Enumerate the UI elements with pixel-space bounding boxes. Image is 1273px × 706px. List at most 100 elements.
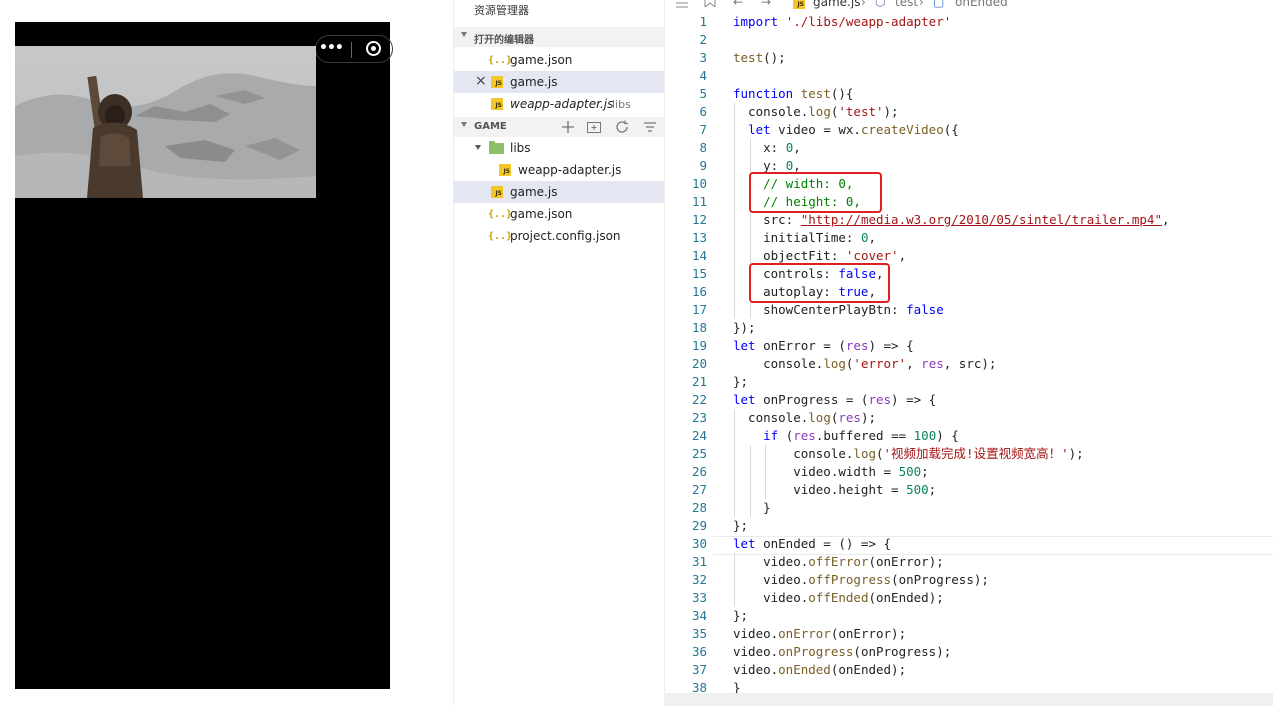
line-number: 30 — [691, 536, 707, 551]
code-line[interactable]: showCenterPlayBtn: false — [733, 301, 944, 319]
code-line[interactable]: }; — [733, 607, 748, 625]
close-icon[interactable]: × — [475, 73, 487, 89]
code-line[interactable]: let video = wx.createVideo({ — [733, 121, 959, 139]
code-line[interactable]: } — [733, 499, 771, 517]
video-frame-image — [15, 46, 316, 198]
explorer-panel: 资源管理器 打开的编辑器 {..} game.json × JS game.js… — [453, 0, 665, 706]
line-number: 22 — [691, 392, 707, 407]
method-icon: ⬡ — [875, 0, 886, 9]
tree-file-selected[interactable]: JS game.js — [454, 181, 665, 203]
js-file-icon: JS — [793, 0, 805, 9]
chevron-down-icon — [461, 122, 467, 127]
forward-arrow-icon[interactable]: → — [761, 0, 771, 9]
code-line[interactable]: video.offError(onError); — [733, 553, 944, 571]
line-number: 29 — [691, 518, 707, 533]
simulator-screen: ••• — [15, 22, 393, 689]
new-file-icon[interactable] — [560, 119, 576, 135]
capsule-menu[interactable]: ••• — [315, 35, 393, 63]
line-number: 10 — [691, 176, 707, 191]
line-number: 16 — [691, 284, 707, 299]
line-number: 17 — [691, 302, 707, 317]
line-number: 9 — [699, 158, 707, 173]
code-editor[interactable]: ← → JS game.js › ⬡ test › ▢ onEnded 1 imp… — [664, 0, 1273, 706]
line-number: 2 — [699, 32, 707, 47]
code-line[interactable]: console.log(res); — [733, 409, 876, 427]
line-number: 7 — [699, 122, 707, 137]
js-file-icon: JS — [491, 98, 503, 110]
code-line[interactable]: video.width = 500; — [733, 463, 928, 481]
horizontal-scrollbar[interactable] — [665, 693, 1273, 706]
code-line[interactable]: }; — [733, 373, 748, 391]
tree-file[interactable]: {..} game.json — [454, 203, 665, 225]
new-folder-icon[interactable] — [586, 119, 602, 135]
line-number: 23 — [691, 410, 707, 425]
code-line[interactable]: }; — [733, 517, 748, 535]
explorer-title: 资源管理器 — [474, 4, 529, 17]
code-line[interactable]: src: "http://media.w3.org/2010/05/sintel… — [733, 211, 1169, 229]
code-line[interactable]: let onError = (res) => { — [733, 337, 914, 355]
line-number: 25 — [691, 446, 707, 461]
tree-file[interactable]: {..} project.config.json — [454, 225, 665, 247]
line-number: 34 — [691, 608, 707, 623]
code-line[interactable]: video.onEnded(onEnded); — [733, 661, 906, 679]
code-line[interactable]: import './libs/weapp-adapter' — [733, 13, 951, 31]
code-line[interactable]: console.log('test'); — [733, 103, 899, 121]
line-number: 11 — [691, 194, 707, 209]
variable-icon: ▢ — [933, 0, 945, 9]
code-line[interactable]: console.log('视频加载完成!设置视频宽高！'); — [733, 445, 1083, 463]
line-number: 20 — [691, 356, 707, 371]
open-editor-item[interactable]: {..} game.json — [454, 49, 665, 71]
code-line[interactable]: let onProgress = (res) => { — [733, 391, 936, 409]
js-file-icon: JS — [499, 164, 511, 176]
tree-folder-libs[interactable]: libs — [454, 137, 665, 159]
open-editor-item[interactable]: JS weapp-adapter.js libs — [454, 93, 665, 115]
code-line[interactable]: video.offEnded(onEnded); — [733, 589, 944, 607]
more-dots-icon[interactable]: ••• — [319, 40, 344, 56]
code-line[interactable]: function test(){ — [733, 85, 853, 103]
line-number: 21 — [691, 374, 707, 389]
tree-file[interactable]: JS weapp-adapter.js — [454, 159, 665, 181]
bookmark-icon[interactable] — [703, 0, 717, 7]
code-line[interactable]: test(); — [733, 49, 786, 67]
record-circle-icon[interactable] — [366, 41, 381, 56]
line-number: 12 — [691, 212, 707, 227]
list-icon[interactable] — [675, 0, 689, 8]
line-number: 28 — [691, 500, 707, 515]
line-number: 33 — [691, 590, 707, 605]
js-file-icon: JS — [491, 186, 503, 198]
code-line[interactable]: x: 0, — [733, 139, 801, 157]
open-editor-item-active[interactable]: × JS game.js — [454, 71, 665, 93]
code-line[interactable]: initialTime: 0, — [733, 229, 876, 247]
annotation-box-size — [749, 172, 882, 213]
line-number: 36 — [691, 644, 707, 659]
line-number: 13 — [691, 230, 707, 245]
js-file-icon: JS — [491, 76, 503, 88]
breadcrumb: ← → JS game.js › ⬡ test › ▢ onEnded — [665, 0, 1273, 11]
video-player[interactable] — [15, 46, 316, 198]
line-number: 19 — [691, 338, 707, 353]
refresh-icon[interactable] — [614, 119, 630, 135]
annotation-box-controls — [749, 263, 890, 303]
code-line[interactable]: }); — [733, 319, 756, 337]
code-line[interactable]: video.offProgress(onProgress); — [733, 571, 989, 589]
line-number: 8 — [699, 140, 707, 155]
line-number: 14 — [691, 248, 707, 263]
line-number: 32 — [691, 572, 707, 587]
collapse-all-icon[interactable] — [642, 119, 658, 135]
back-arrow-icon[interactable]: ← — [733, 0, 743, 9]
line-number: 4 — [699, 68, 707, 83]
line-number: 27 — [691, 482, 707, 497]
line-number: 37 — [691, 662, 707, 677]
chevron-down-icon — [475, 145, 481, 150]
code-line[interactable]: video.onProgress(onProgress); — [733, 643, 951, 661]
code-line[interactable]: video.onError(onError); — [733, 625, 906, 643]
code-line[interactable]: if (res.buffered == 100) { — [733, 427, 959, 445]
code-line[interactable]: console.log('error', res, src); — [733, 355, 996, 373]
line-number: 26 — [691, 464, 707, 479]
open-editors-header[interactable]: 打开的编辑器 — [454, 27, 665, 47]
line-number: 15 — [691, 266, 707, 281]
line-number: 35 — [691, 626, 707, 641]
code-line[interactable]: let onEnded = () => { — [733, 535, 891, 553]
json-file-icon: {..} — [488, 209, 513, 220]
code-line[interactable]: video.height = 500; — [733, 481, 936, 499]
